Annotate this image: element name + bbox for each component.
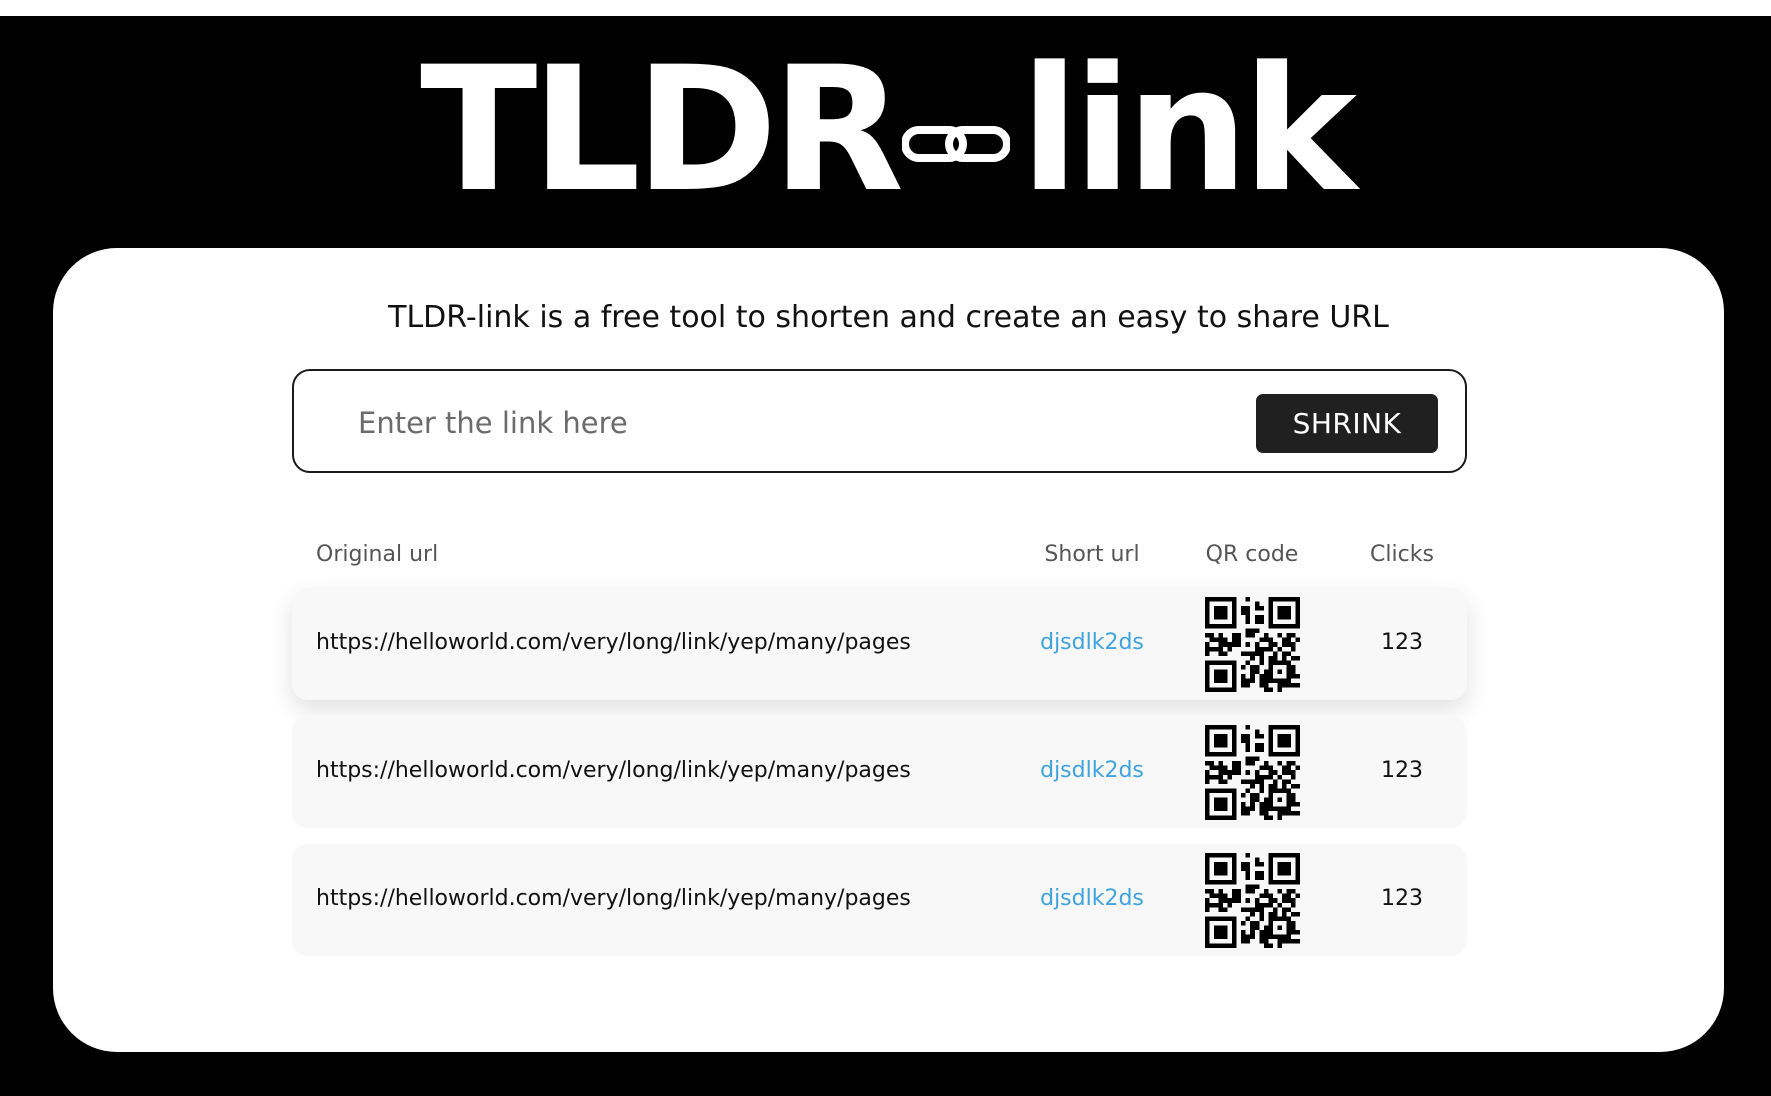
qr-code-icon[interactable]: [1205, 853, 1300, 948]
click-count: 123: [1381, 630, 1423, 655]
table-row: https://helloworld.com/very/long/link/ye…: [292, 588, 1467, 700]
original-url: https://helloworld.com/very/long/link/ye…: [316, 886, 911, 911]
url-form: SHRINK: [292, 369, 1467, 473]
short-url-link[interactable]: djsdlk2ds: [1032, 886, 1152, 911]
chain-link-icon: [902, 126, 1011, 162]
url-input[interactable]: [356, 397, 1220, 449]
app-logo: TLDR link: [0, 40, 1771, 220]
table-header: Original url Short url QR code Clicks: [292, 538, 1467, 574]
header-qr-code: QR code: [1205, 542, 1299, 567]
header-short-url: Short url: [1044, 542, 1140, 567]
tagline: TLDR-link is a free tool to shorten and …: [388, 300, 1389, 335]
logo-text-link: link: [1020, 29, 1357, 230]
click-count: 123: [1381, 758, 1423, 783]
click-count: 123: [1381, 886, 1423, 911]
table-row: https://helloworld.com/very/long/link/ye…: [292, 844, 1467, 956]
header-original-url: Original url: [316, 542, 439, 567]
table-row: https://helloworld.com/very/long/link/ye…: [292, 716, 1467, 828]
qr-code-icon[interactable]: [1205, 597, 1300, 692]
short-url-link[interactable]: djsdlk2ds: [1032, 758, 1152, 783]
qr-code-icon[interactable]: [1205, 725, 1300, 820]
logo-text-tldr: TLDR: [420, 29, 904, 230]
original-url: https://helloworld.com/very/long/link/ye…: [316, 630, 911, 655]
main-card: TLDR-link is a free tool to shorten and …: [53, 248, 1724, 1052]
header-clicks: Clicks: [1370, 542, 1434, 567]
short-url-link[interactable]: djsdlk2ds: [1032, 630, 1152, 655]
original-url: https://helloworld.com/very/long/link/ye…: [316, 758, 911, 783]
shrink-button[interactable]: SHRINK: [1256, 394, 1438, 453]
